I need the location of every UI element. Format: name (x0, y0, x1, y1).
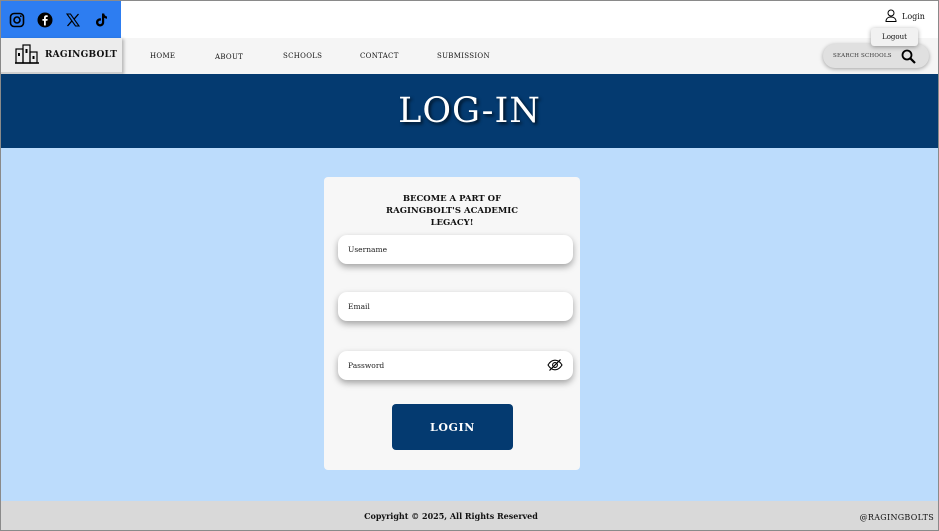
copyright-text: Copyright © 2025, All Rights Reserved (364, 511, 538, 521)
brand-name: RAGINGBOLT (45, 50, 118, 60)
brand-logo[interactable]: RAGINGBOLT (1, 38, 122, 74)
password-placeholder: Password (348, 361, 385, 370)
login-button[interactable]: LOGIN (392, 404, 513, 450)
facebook-icon[interactable] (36, 11, 53, 28)
username-placeholder: Username (348, 245, 388, 254)
user-icon (885, 9, 897, 24)
form-title: BECOME A PART OF RAGINGBOLT'S ACADEMIC L… (386, 194, 518, 228)
x-icon[interactable] (64, 11, 81, 28)
email-field[interactable]: Email (338, 292, 573, 321)
navbar: RAGINGBOLT HOME ABOUT SCHOOLS CONTACT SU… (1, 38, 938, 74)
login-label: Login (902, 12, 925, 21)
instagram-icon[interactable] (8, 11, 25, 28)
search-input[interactable]: SEARCH SCHOOLS (823, 44, 929, 68)
search-placeholder: SEARCH SCHOOLS (833, 53, 892, 59)
password-field[interactable]: Password (338, 351, 573, 380)
building-icon (15, 43, 39, 67)
username-field[interactable]: Username (338, 235, 573, 264)
social-handle[interactable]: @RAGINGBOLTS (860, 513, 934, 522)
page-hero: LOG-IN (1, 74, 938, 148)
nav-schools[interactable]: SCHOOLS (283, 52, 322, 60)
search-icon[interactable] (901, 49, 916, 66)
logout-button[interactable]: Logout (871, 28, 918, 46)
email-placeholder: Email (348, 302, 370, 311)
login-card: BECOME A PART OF RAGINGBOLT'S ACADEMIC L… (324, 177, 580, 470)
page-title: LOG-IN (398, 91, 541, 131)
eye-slash-icon[interactable] (547, 358, 563, 374)
nav-submission[interactable]: SUBMISSION (437, 52, 490, 60)
nav-contact[interactable]: CONTACT (360, 52, 399, 60)
nav-about[interactable]: ABOUT (215, 53, 243, 61)
nav-home[interactable]: HOME (150, 52, 175, 60)
social-links (1, 1, 121, 38)
login-link[interactable]: Login (885, 9, 925, 24)
top-bar: Login (1, 1, 938, 38)
footer: Copyright © 2025, All Rights Reserved @R… (1, 501, 938, 530)
tiktok-icon[interactable] (92, 11, 109, 28)
